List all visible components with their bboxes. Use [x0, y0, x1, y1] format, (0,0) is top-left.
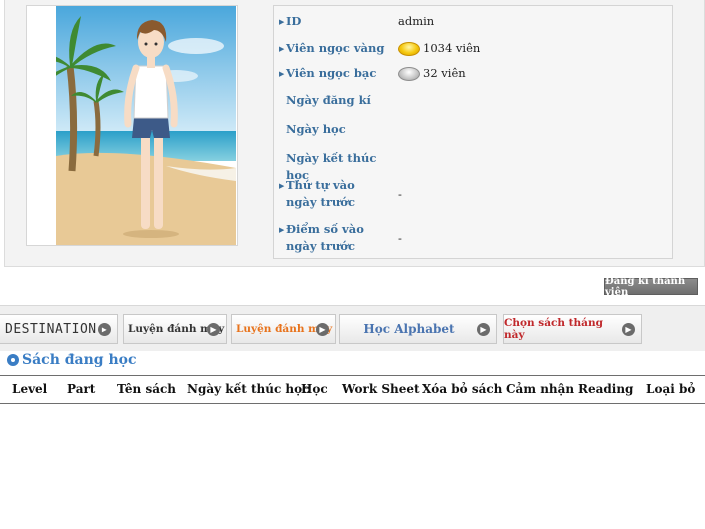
profile-value: admin: [398, 14, 435, 28]
arrow-right-icon: ▶: [207, 323, 220, 336]
column-header: Level: [12, 382, 48, 396]
gold-gem-icon: [398, 41, 420, 56]
bullet-arrow-icon: ▶: [279, 181, 285, 190]
arrow-right-icon: ▶: [477, 323, 490, 336]
arrow-right-icon: ▶: [98, 323, 111, 336]
profile-label: Viên ngọc bạc: [286, 66, 377, 80]
tab-label: DESTINATION: [5, 321, 97, 337]
profile-label: Ngày học: [286, 122, 346, 136]
register-member-button[interactable]: Đăng kí thành viên: [604, 276, 698, 298]
profile-label: ID: [286, 14, 302, 28]
section-title-text: Sách đang học: [22, 352, 137, 368]
circle-bullet-icon: [7, 354, 19, 366]
bullet-arrow-icon: ▶: [279, 225, 285, 234]
tab-label: Học Alphabet: [363, 322, 455, 336]
column-header: Ngày kết thúc học: [187, 382, 310, 396]
column-header: Xóa bỏ sách: [422, 382, 503, 396]
profile-value: 1034 viên: [423, 41, 481, 55]
tab-learn-alphabet[interactable]: Học Alphabet ▶: [339, 314, 497, 344]
tab-destination[interactable]: DESTINATION ▶: [0, 314, 118, 344]
tab-typing-practice-1[interactable]: Luyện đánh máy ▶: [123, 314, 227, 344]
tab-choose-book[interactable]: Chọn sách tháng này ▶: [503, 314, 642, 344]
avatar-image: [56, 6, 236, 245]
column-header: Work Sheet: [342, 382, 420, 396]
arrow-right-icon: ▶: [622, 323, 635, 336]
column-header: Cảm nhận: [506, 382, 575, 396]
column-header: Part: [67, 382, 96, 396]
column-header: Reading: [578, 382, 634, 396]
column-header: Loại bỏ: [646, 382, 696, 396]
profile-info-box: ▶ ID admin ▶ Viên ngọc vàng 1034 viên ▶ Viê…: [273, 5, 673, 259]
profile-label: Viên ngọc vàng: [286, 41, 385, 55]
menu-tab-bar: DESTINATION ▶ Luyện đánh máy ▶ Luyện đán…: [0, 305, 705, 351]
silver-gem-icon: [398, 66, 420, 81]
section-title: Sách đang học: [7, 352, 137, 368]
tab-typing-practice-2[interactable]: Luyện đánh máy ▶: [231, 314, 336, 344]
profile-label: Điểm số vào ngày trước: [286, 222, 364, 253]
profile-label: Thứ tự vào ngày trước: [286, 178, 355, 209]
column-header: Tên sách: [117, 382, 177, 396]
column-header: Học: [301, 382, 328, 396]
profile-label: Ngày đăng kí: [286, 93, 371, 107]
bullet-arrow-icon: ▶: [279, 17, 285, 26]
bullet-arrow-icon: ▶: [279, 44, 285, 53]
profile-panel: ▶ ID admin ▶ Viên ngọc vàng 1034 viên ▶ Viê…: [4, 0, 705, 267]
tab-label: Chọn sách tháng này: [504, 317, 603, 341]
arrow-right-icon: ▶: [316, 323, 329, 336]
profile-value: 32 viên: [423, 66, 466, 80]
books-table-header: Level Part Tên sách Ngày kết thúc học Họ…: [0, 375, 705, 404]
bullet-arrow-icon: ▶: [279, 69, 285, 78]
profile-value: -: [398, 231, 402, 245]
avatar-frame: [26, 5, 238, 246]
profile-value: -: [398, 187, 402, 201]
